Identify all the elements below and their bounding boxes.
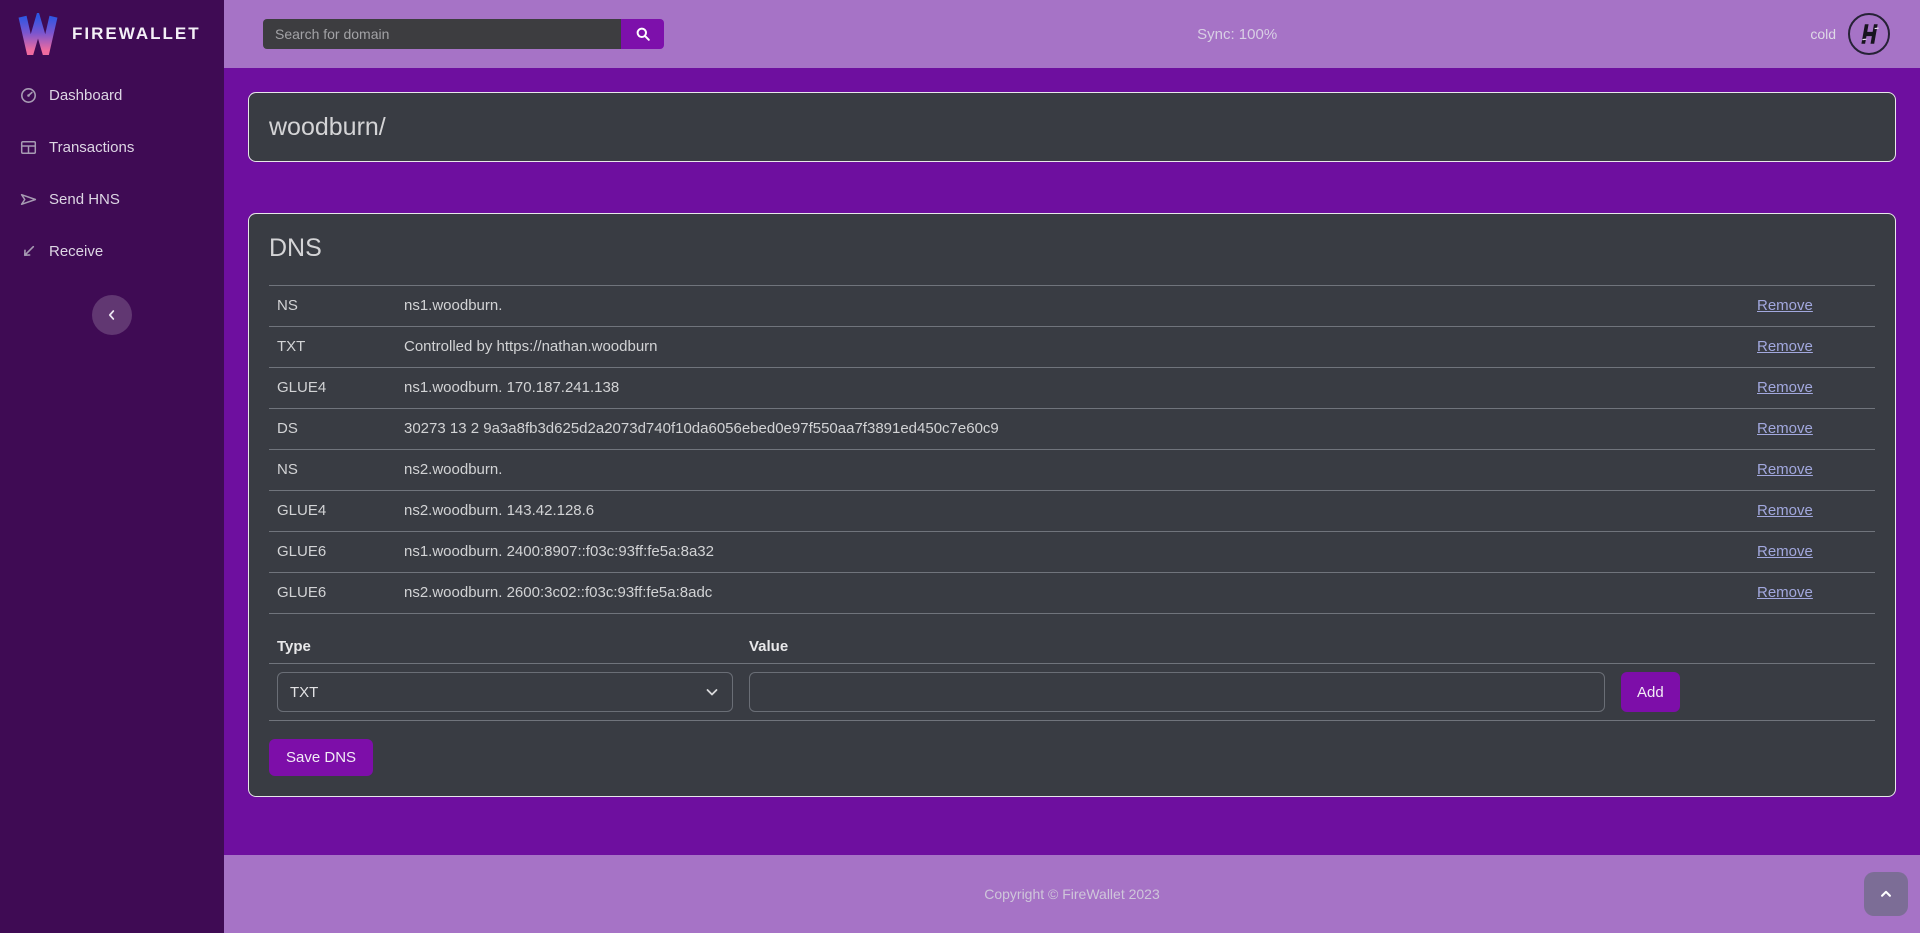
search-input[interactable]: [263, 19, 621, 49]
chevron-up-icon: [1879, 887, 1893, 901]
record-value: ns2.woodburn. 143.42.128.6: [396, 491, 1749, 532]
value-column-header: Value: [741, 630, 1613, 664]
save-dns-button[interactable]: Save DNS: [269, 739, 373, 776]
sidebar-collapse-button[interactable]: [92, 295, 132, 335]
record-type: GLUE4: [269, 491, 396, 532]
dns-record-row: GLUE6 ns2.woodburn. 2600:3c02::f03c:93ff…: [269, 573, 1875, 614]
record-value: ns1.woodburn.: [396, 286, 1749, 327]
scroll-top-button[interactable]: [1864, 872, 1908, 916]
dns-record-row: DS 30273 13 2 9a3a8fb3d625d2a2073d740f10…: [269, 409, 1875, 450]
content-column: Sync: 100% cold woodburn/: [224, 0, 1920, 933]
record-value: ns2.woodburn.: [396, 450, 1749, 491]
dashboard-gauge-icon: [20, 87, 37, 104]
record-value: ns2.woodburn. 2600:3c02::f03c:93ff:fe5a:…: [396, 573, 1749, 614]
add-record-row: TXT: [269, 664, 1875, 721]
firewallet-logo-icon: [18, 13, 58, 55]
dns-heading: DNS: [269, 234, 1875, 263]
search-button[interactable]: [621, 19, 664, 49]
type-column-header: Type: [269, 630, 741, 664]
record-value: ns1.woodburn. 170.187.241.138: [396, 368, 1749, 409]
topbar: Sync: 100% cold: [224, 0, 1920, 68]
record-type: DS: [269, 409, 396, 450]
footer: Copyright © FireWallet 2023: [224, 855, 1920, 933]
main-area: woodburn/ DNS NS ns1.woodburn. Remove TX…: [224, 68, 1920, 855]
dns-record-row: GLUE4 ns2.woodburn. 143.42.128.6 Remove: [269, 491, 1875, 532]
hns-logo-icon[interactable]: [1848, 13, 1890, 55]
transactions-table-icon: [20, 139, 37, 156]
brand-name: FIREWALLET: [72, 24, 201, 44]
sync-status: Sync: 100%: [664, 26, 1810, 43]
dns-record-row: NS ns2.woodburn. Remove: [269, 450, 1875, 491]
brand[interactable]: FIREWALLET: [0, 0, 224, 68]
remove-record-link[interactable]: Remove: [1757, 461, 1813, 478]
sidebar-item-label: Receive: [49, 243, 103, 260]
chevron-left-icon: [105, 308, 119, 322]
remove-record-link[interactable]: Remove: [1757, 297, 1813, 314]
page-title: woodburn/: [269, 113, 386, 142]
sidebar-item-dashboard[interactable]: Dashboard: [0, 69, 224, 121]
receive-arrow-icon: [20, 243, 37, 260]
search-icon: [635, 26, 651, 42]
remove-record-link[interactable]: Remove: [1757, 502, 1813, 519]
dns-record-row: TXT Controlled by https://nathan.woodbur…: [269, 327, 1875, 368]
record-type: GLUE4: [269, 368, 396, 409]
dns-card: DNS NS ns1.woodburn. Remove TXT Controll…: [248, 213, 1896, 797]
record-type: NS: [269, 450, 396, 491]
wallet-indicator: cold: [1810, 13, 1890, 55]
dns-record-row: GLUE6 ns1.woodburn. 2400:8907::f03c:93ff…: [269, 532, 1875, 573]
record-type: GLUE6: [269, 532, 396, 573]
copyright: Copyright © FireWallet 2023: [984, 886, 1160, 902]
record-value-input[interactable]: [749, 672, 1605, 712]
remove-record-link[interactable]: Remove: [1757, 338, 1813, 355]
record-type-select[interactable]: TXT: [277, 672, 733, 712]
send-icon: [20, 191, 37, 208]
remove-record-link[interactable]: Remove: [1757, 420, 1813, 437]
remove-record-link[interactable]: Remove: [1757, 543, 1813, 560]
sidebar-item-transactions[interactable]: Transactions: [0, 121, 224, 173]
record-value: ns1.woodburn. 2400:8907::f03c:93ff:fe5a:…: [396, 532, 1749, 573]
add-record-button[interactable]: Add: [1621, 672, 1680, 712]
sidebar-item-send-hns[interactable]: Send HNS: [0, 173, 224, 225]
record-value: Controlled by https://nathan.woodburn: [396, 327, 1749, 368]
app-root: FIREWALLET Dashboard: [0, 0, 1920, 933]
sidebar: FIREWALLET Dashboard: [0, 0, 224, 933]
sidebar-item-label: Dashboard: [49, 87, 122, 104]
remove-record-link[interactable]: Remove: [1757, 379, 1813, 396]
sidebar-nav: Dashboard Transactions S: [0, 69, 224, 277]
record-value: 30273 13 2 9a3a8fb3d625d2a2073d740f10da6…: [396, 409, 1749, 450]
sidebar-item-receive[interactable]: Receive: [0, 225, 224, 277]
record-type: NS: [269, 286, 396, 327]
add-record-table: Type Value TXT: [269, 630, 1875, 721]
wallet-name: cold: [1810, 26, 1836, 42]
dns-record-row: NS ns1.woodburn. Remove: [269, 286, 1875, 327]
sidebar-item-label: Transactions: [49, 139, 134, 156]
dns-records-table: NS ns1.woodburn. Remove TXT Controlled b…: [269, 285, 1875, 614]
record-type: GLUE6: [269, 573, 396, 614]
domain-search: [263, 19, 664, 49]
domain-title-card: woodburn/: [248, 92, 1896, 162]
dns-record-row: GLUE4 ns1.woodburn. 170.187.241.138 Remo…: [269, 368, 1875, 409]
sidebar-item-label: Send HNS: [49, 191, 120, 208]
record-type: TXT: [269, 327, 396, 368]
remove-record-link[interactable]: Remove: [1757, 584, 1813, 601]
